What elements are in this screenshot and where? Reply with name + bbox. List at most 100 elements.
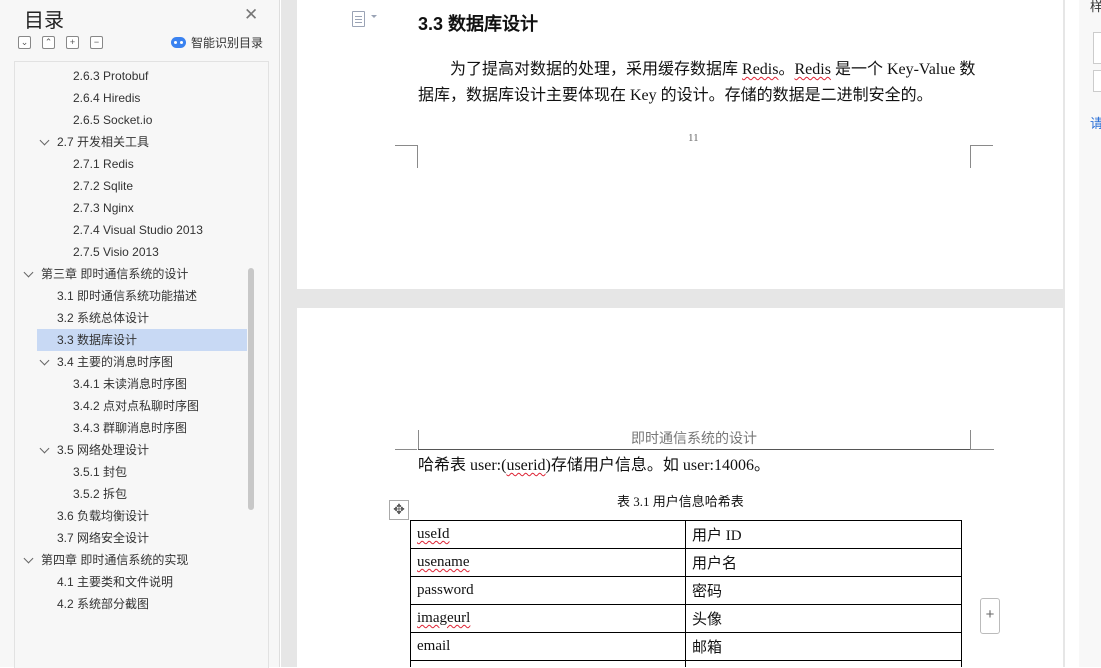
toc-item[interactable]: 2.6.5 Socket.io bbox=[15, 109, 245, 131]
toc-item-label: 2.6.5 Socket.io bbox=[73, 113, 153, 127]
toc-title: 目录 bbox=[24, 10, 64, 32]
toc-item-label: 2.7.4 Visual Studio 2013 bbox=[73, 223, 203, 237]
table-row[interactable]: email 邮箱 bbox=[410, 632, 962, 661]
table-row[interactable]: password 密码 bbox=[410, 576, 962, 605]
toc-item-label: 3.3 数据库设计 bbox=[57, 333, 138, 347]
robot-icon bbox=[171, 37, 186, 48]
toc-item[interactable]: 3.6 负载均衡设计 bbox=[15, 505, 245, 527]
style-box[interactable] bbox=[1093, 32, 1101, 64]
chevron-down-icon[interactable] bbox=[39, 135, 50, 146]
toc-item-label: 2.7.5 Visio 2013 bbox=[73, 245, 159, 259]
toc-item[interactable]: 3.4 主要的消息时序图 bbox=[15, 351, 245, 373]
toc-item[interactable]: 4.1 主要类和文件说明 bbox=[15, 571, 245, 593]
toc-list[interactable]: 2.6.3 Protobuf 2.6.4 Hiredis 2.6.5 Socket.… bbox=[14, 61, 269, 668]
toc-item-label: 3.1 即时通信系统功能描述 bbox=[57, 289, 198, 303]
toc-item[interactable]: 2.7.2 Sqlite bbox=[15, 175, 245, 197]
chevron-down-icon[interactable] bbox=[39, 443, 50, 454]
toc-item[interactable]: 4.2 系统部分截图 bbox=[15, 593, 245, 615]
toc-item-label: 3.4 主要的消息时序图 bbox=[57, 355, 174, 369]
panel-link[interactable]: 请 bbox=[1090, 117, 1101, 131]
page-number: 11 bbox=[688, 132, 699, 144]
toc-item[interactable]: 3.5.1 封包 bbox=[15, 461, 245, 483]
page-12: 即时通信系统的设计 哈希表 user:(userid)存储用户信息。如 user… bbox=[297, 308, 1063, 667]
add-table-row-button[interactable]: + bbox=[980, 598, 1000, 634]
toc-item-label: 3.4.3 群聊消息时序图 bbox=[73, 421, 188, 435]
field-name-cell[interactable] bbox=[410, 660, 686, 667]
toc-item[interactable]: 3.5 网络处理设计 bbox=[15, 439, 245, 461]
paragraph-line-2: 据库，数据库设计主要体现在 Key 的设计。存储的数据是二进制安全的。 bbox=[418, 87, 933, 104]
toc-item-label: 3.4.1 未读消息时序图 bbox=[73, 377, 188, 391]
chevron-down-icon[interactable] bbox=[23, 553, 34, 564]
field-description-cell[interactable]: 最近登陆时间 bbox=[685, 660, 962, 667]
smart-recognize-toc-button[interactable]: 智能识别目录 bbox=[171, 34, 263, 51]
field-description-cell[interactable]: 用户名 bbox=[685, 548, 962, 577]
toc-item-label: 3.5 网络处理设计 bbox=[57, 443, 150, 457]
table-row[interactable]: useId 用户 ID bbox=[410, 520, 962, 549]
toc-item[interactable]: 2.7.5 Visio 2013 bbox=[15, 241, 245, 263]
toc-item[interactable]: 3.1 即时通信系统功能描述 bbox=[15, 285, 245, 307]
document-icon[interactable] bbox=[352, 11, 365, 27]
field-description-cell[interactable]: 密码 bbox=[685, 576, 962, 605]
table-caption: 表 3.1 用户信息哈希表 bbox=[617, 494, 744, 509]
toc-scrollbar[interactable] bbox=[248, 268, 254, 510]
crop-mark-bottom-right bbox=[970, 145, 993, 168]
toc-item[interactable]: 2.7.3 Nginx bbox=[15, 197, 245, 219]
crop-mark-bottom-left bbox=[395, 145, 418, 168]
toc-item-label: 3.6 负载均衡设计 bbox=[57, 509, 150, 523]
toc-item[interactable]: 3.4.2 点对点私聊时序图 bbox=[15, 395, 245, 417]
toc-item[interactable]: 3.5.2 拆包 bbox=[15, 483, 245, 505]
toc-item-label: 2.7.1 Redis bbox=[73, 157, 134, 171]
toc-item[interactable]: 2.6.3 Protobuf bbox=[15, 65, 245, 87]
table-row[interactable]: usename 用户名 bbox=[410, 548, 962, 577]
style-box-2[interactable] bbox=[1093, 70, 1101, 92]
chevron-down-icon[interactable] bbox=[39, 355, 50, 366]
field-name-cell[interactable]: usename bbox=[410, 548, 686, 577]
toc-item-label: 3.2 系统总体设计 bbox=[57, 311, 150, 325]
hash-table-description: 哈希表 user:(userid)存储用户信息。如 user:14006。 bbox=[418, 457, 770, 474]
close-icon[interactable]: ✕ bbox=[244, 6, 258, 24]
toc-item-label: 3.5.2 拆包 bbox=[73, 487, 128, 501]
field-name-cell[interactable]: useId bbox=[410, 520, 686, 549]
field-description-cell[interactable]: 头像 bbox=[685, 604, 962, 633]
field-name-cell[interactable]: imageurl bbox=[410, 604, 686, 633]
header-mark-right bbox=[970, 430, 971, 450]
toc-item-label: 2.7.3 Nginx bbox=[73, 201, 134, 215]
minus-icon[interactable]: − bbox=[90, 36, 103, 49]
smart-recognize-label: 智能识别目录 bbox=[191, 36, 264, 50]
expand-icon[interactable]: + bbox=[66, 36, 79, 49]
toc-item-label: 2.7 开发相关工具 bbox=[57, 135, 150, 149]
toc-item-label: 第四章 即时通信系统的实现 bbox=[41, 553, 189, 567]
crop-mark-top-left bbox=[395, 449, 417, 450]
field-description-cell[interactable]: 邮箱 bbox=[685, 632, 962, 661]
table-row[interactable]: 最近登陆时间 bbox=[410, 660, 962, 667]
styles-side-panel[interactable]: 样 请 bbox=[1079, 0, 1101, 667]
chevron-down-icon[interactable] bbox=[23, 267, 34, 278]
toc-item[interactable]: 3.2 系统总体设计 bbox=[15, 307, 245, 329]
document-area: 3.3 数据库设计 为了提高对数据的处理，采用缓存数据库 Redis。Redis… bbox=[281, 0, 1065, 667]
toc-item[interactable]: 2.7.4 Visual Studio 2013 bbox=[15, 219, 245, 241]
toc-item-label: 3.7 网络安全设计 bbox=[57, 531, 150, 545]
user-info-table[interactable]: useId 用户 ID usename 用户名 password 密码 imageurl 头像… bbox=[410, 520, 962, 667]
toc-item-label: 3.4.2 点对点私聊时序图 bbox=[73, 399, 200, 413]
table-move-handle-icon[interactable]: ✥ bbox=[389, 500, 409, 520]
toc-panel: 目录 ✕ ⌄ ⌃ + − 智能识别目录 2.6.3 Protobuf 2.6.4 … bbox=[0, 0, 280, 668]
styles-panel-label: 样 bbox=[1090, 0, 1101, 14]
toc-item[interactable]: 3.3 数据库设计 bbox=[37, 329, 247, 351]
chevron-down-icon[interactable] bbox=[371, 15, 377, 18]
toc-item-label: 4.2 系统部分截图 bbox=[57, 597, 150, 611]
field-name-cell[interactable]: password bbox=[410, 576, 686, 605]
field-name-cell[interactable]: email bbox=[410, 632, 686, 661]
field-description-cell[interactable]: 用户 ID bbox=[685, 520, 962, 549]
collapse-all-icon[interactable]: ⌄ bbox=[18, 36, 31, 49]
toc-item[interactable]: 第三章 即时通信系统的设计 bbox=[15, 263, 245, 285]
toc-item[interactable]: 2.7.1 Redis bbox=[15, 153, 245, 175]
collapse-icon[interactable]: ⌃ bbox=[42, 36, 55, 49]
toc-item[interactable]: 3.4.1 未读消息时序图 bbox=[15, 373, 245, 395]
toc-item[interactable]: 2.7 开发相关工具 bbox=[15, 131, 245, 153]
toc-item[interactable]: 第四章 即时通信系统的实现 bbox=[15, 549, 245, 571]
toc-item[interactable]: 3.4.3 群聊消息时序图 bbox=[15, 417, 245, 439]
toc-item-label: 2.6.4 Hiredis bbox=[73, 91, 141, 105]
table-row[interactable]: imageurl 头像 bbox=[410, 604, 962, 633]
toc-item[interactable]: 3.7 网络安全设计 bbox=[15, 527, 245, 549]
toc-item[interactable]: 2.6.4 Hiredis bbox=[15, 87, 245, 109]
